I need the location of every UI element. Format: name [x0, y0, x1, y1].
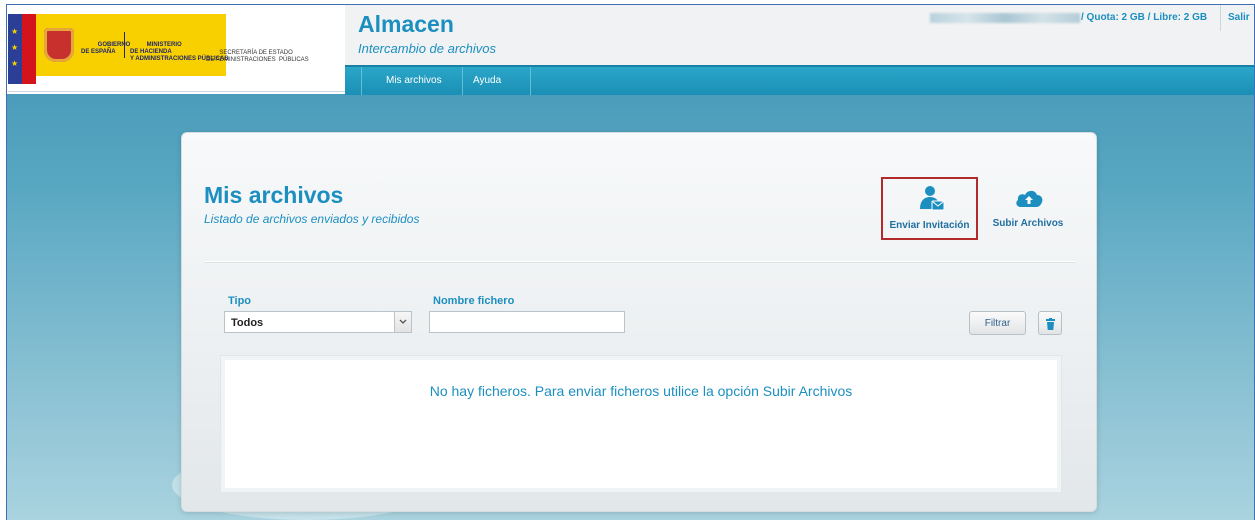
app-window: ★ ★ ★ GOBIERNO DE ESPAÑA MINISTERIO DE HAC… — [6, 4, 1255, 520]
secretary-label: SECRETARÍA DE ESTADO DE ADMINISTRACIONES … — [206, 50, 309, 63]
upload-files-label: Subir Archivos — [992, 218, 1064, 229]
logo-yellow-band: GOBIERNO DE ESPAÑA MINISTERIO DE HACIENDA Y… — [36, 14, 228, 76]
quota-label: / Quota: 2 GB / Libre: 2 GB — [1081, 12, 1208, 23]
type-select[interactable]: Todos — [224, 311, 412, 333]
title-area: Almacen Intercambio de archivos — [345, 5, 925, 65]
send-invitation-label: Enviar Invitación — [889, 220, 970, 231]
nav-bar: Mis archivos Ayuda — [345, 65, 1254, 95]
filename-label: Nombre fichero — [433, 295, 515, 307]
filter-button[interactable]: Filtrar — [969, 311, 1026, 335]
chevron-down-icon — [394, 312, 411, 332]
send-invitation-button[interactable]: Enviar Invitación — [881, 177, 978, 240]
nav-item-mis-archivos[interactable]: Mis archivos — [386, 75, 442, 86]
user-mail-icon — [919, 185, 945, 218]
type-select-value: Todos — [231, 317, 264, 329]
filename-input[interactable] — [429, 311, 625, 333]
coat-of-arms-icon — [44, 28, 74, 62]
cloud-upload-icon — [1014, 187, 1044, 214]
divider — [204, 261, 1075, 262]
app-subtitle: Intercambio de archivos — [358, 41, 497, 56]
clear-filter-button[interactable] — [1038, 311, 1062, 335]
user-name-redacted — [930, 13, 1080, 23]
main-card: Mis archivos Listado de archivos enviado… — [181, 132, 1097, 512]
page-subtitle: Listado de archivos enviados y recibidos — [204, 212, 420, 226]
government-logo: ★ ★ ★ GOBIERNO DE ESPAÑA MINISTERIO DE HAC… — [8, 6, 346, 92]
nav-item-ayuda[interactable]: Ayuda — [473, 75, 501, 86]
trash-icon — [1045, 317, 1056, 335]
eu-flag-strip: ★ ★ ★ — [8, 14, 36, 84]
user-area: / Quota: 2 GB / Libre: 2 GB Salir — [925, 5, 1254, 65]
type-label: Tipo — [228, 295, 252, 307]
logout-link[interactable]: Salir — [1228, 12, 1250, 23]
empty-message: No hay ficheros. Para enviar ficheros ut… — [429, 383, 853, 399]
page-title: Mis archivos — [204, 182, 344, 208]
header: ★ ★ ★ GOBIERNO DE ESPAÑA MINISTERIO DE HAC… — [7, 5, 1254, 95]
upload-files-button[interactable]: Subir Archivos — [988, 183, 1068, 233]
file-list-area: No hay ficheros. Para enviar ficheros ut… — [220, 355, 1062, 493]
app-title: Almacen — [358, 11, 454, 37]
